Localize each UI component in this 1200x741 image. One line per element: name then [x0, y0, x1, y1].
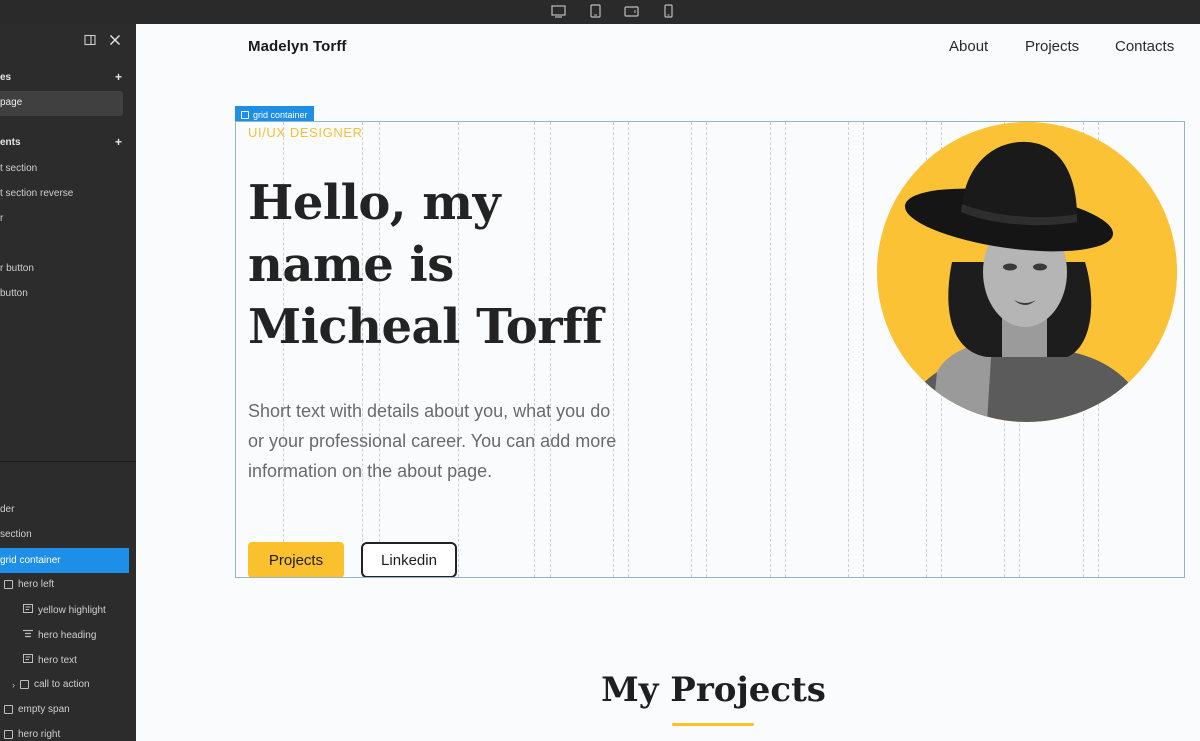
- component-item[interactable]: r button: [0, 263, 34, 274]
- tree-item[interactable]: der: [0, 504, 14, 515]
- tree-item-label: hero left: [18, 579, 55, 590]
- design-canvas[interactable]: Madelyn Torff About Projects Contacts UI…: [136, 24, 1200, 741]
- grid-tag-label: grid container: [253, 109, 308, 120]
- tree-item-hero-text[interactable]: hero text: [23, 654, 77, 666]
- text-block-icon: [23, 654, 33, 666]
- tree-item-yellow-highlight[interactable]: yellow highlight: [23, 604, 106, 616]
- heading-icon: [23, 629, 33, 641]
- chevron-right-icon[interactable]: ›: [12, 680, 15, 690]
- tree-item-label: grid container: [0, 555, 61, 566]
- tree-item-label: empty span: [18, 704, 70, 715]
- mobile-icon[interactable]: [660, 3, 676, 19]
- tree-item-label: hero text: [38, 654, 77, 666]
- component-item[interactable]: t section reverse: [0, 188, 73, 199]
- tree-item-hero-right[interactable]: hero right: [4, 729, 60, 740]
- tablet-icon[interactable]: [587, 3, 603, 19]
- pages-heading: es: [0, 72, 12, 83]
- tree-item-empty-span[interactable]: empty span: [4, 704, 70, 715]
- component-item[interactable]: button: [0, 288, 28, 299]
- box-icon: [4, 580, 13, 589]
- components-heading: ents: [0, 137, 21, 148]
- tree-item-label: hero right: [18, 729, 61, 740]
- tree-item-hero-left[interactable]: hero left: [4, 579, 54, 590]
- component-item[interactable]: r: [0, 213, 3, 224]
- left-panel: es + page ents + t section t section rev…: [0, 24, 136, 741]
- device-toolbar: [0, 0, 1200, 24]
- box-icon: [20, 680, 29, 689]
- nav-about[interactable]: About: [949, 38, 988, 55]
- title-underline: [672, 723, 754, 726]
- box-icon: [4, 730, 13, 739]
- close-icon[interactable]: [109, 34, 121, 49]
- tree-item-grid-container[interactable]: grid container: [0, 548, 129, 573]
- tree-item-hero-heading[interactable]: hero heading: [23, 629, 96, 641]
- component-item[interactable]: t section: [0, 163, 37, 174]
- nav-projects[interactable]: Projects: [1025, 38, 1079, 55]
- desktop-icon[interactable]: [550, 3, 566, 19]
- grid-container-selection[interactable]: [235, 121, 1185, 578]
- tablet-landscape-icon[interactable]: [623, 3, 639, 19]
- page-item[interactable]: page: [0, 91, 123, 116]
- tree-item-label: section: [0, 529, 32, 540]
- add-component-button[interactable]: +: [115, 135, 122, 149]
- tree-item-label: yellow highlight: [38, 604, 106, 616]
- tree-item-label: der: [0, 504, 15, 515]
- tree-item-label: call to action: [34, 679, 90, 690]
- box-icon: [4, 705, 13, 714]
- nav-contacts[interactable]: Contacts: [1115, 38, 1174, 55]
- add-page-button[interactable]: +: [115, 70, 122, 84]
- site-brand[interactable]: Madelyn Torff: [248, 38, 347, 55]
- tree-item[interactable]: section: [0, 529, 32, 540]
- grid-container-tag[interactable]: grid container: [235, 106, 314, 121]
- grid-icon: [241, 110, 249, 119]
- tree-item-call-to-action[interactable]: › call to action: [12, 679, 90, 690]
- projects-section-title[interactable]: My Projects: [136, 670, 1200, 710]
- tree-item-label: hero heading: [38, 629, 97, 641]
- panel-divider: [0, 461, 136, 462]
- text-block-icon: [23, 604, 33, 616]
- collapse-panel-icon[interactable]: [84, 34, 96, 49]
